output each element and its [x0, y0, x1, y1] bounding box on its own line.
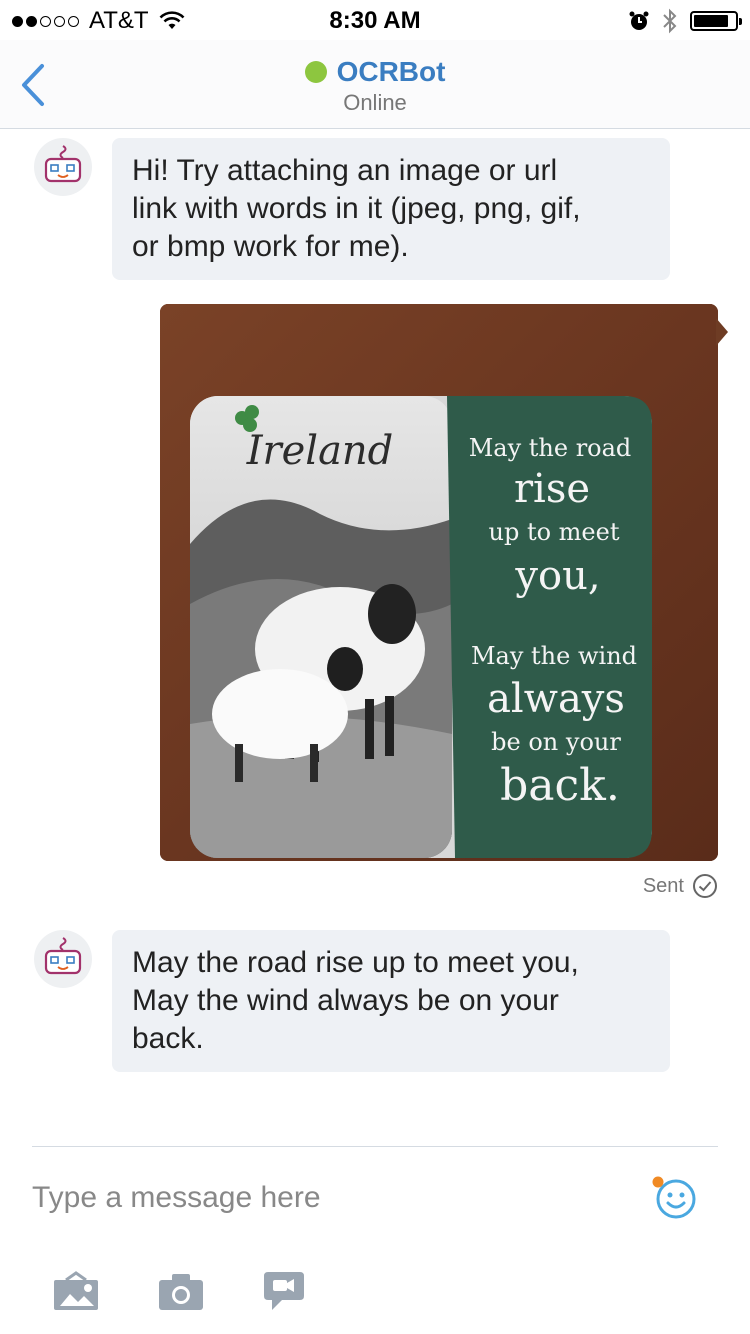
message-line: May the road rise up to meet you,: [132, 946, 579, 979]
bot-message-bubble: Hi! Try attaching an image or url link w…: [112, 138, 670, 280]
contact-status: Online: [343, 90, 407, 115]
coaster-title: Ireland: [246, 428, 394, 474]
image-gallery-icon[interactable]: [52, 1270, 100, 1312]
sent-label: Sent: [642, 874, 684, 897]
status-right: [628, 8, 742, 34]
sent-photo-message[interactable]: Ireland May the road rise up to meet you…: [160, 304, 718, 861]
coaster-line: May the wind: [471, 642, 637, 670]
coaster-line: rise: [514, 466, 590, 512]
coaster-line: always: [487, 676, 625, 722]
coaster-line: back.: [500, 760, 620, 811]
alarm-icon: [629, 11, 649, 30]
bot-message-bubble: May the road rise up to meet you, May th…: [112, 930, 670, 1072]
camera-icon[interactable]: [157, 1270, 205, 1312]
coaster-line: be on your: [491, 728, 621, 756]
message-line: or bmp work for me).: [132, 230, 409, 263]
message-line: link with words in it (jpeg, png, gif,: [132, 192, 581, 225]
presence-dot: [304, 61, 327, 83]
coaster-line: May the road: [469, 434, 632, 462]
chat-header: OCRBot Online: [0, 40, 750, 129]
coaster-line: up to meet: [489, 518, 620, 546]
message-line: May the wind always be on your: [132, 984, 559, 1017]
video-message-icon[interactable]: [262, 1270, 306, 1312]
message-line: Hi! Try attaching an image or url: [132, 154, 558, 187]
photo-coaster-image: Ireland May the road rise up to meet you…: [160, 304, 718, 861]
sent-status: Sent: [643, 873, 718, 899]
message-input[interactable]: [32, 1176, 632, 1220]
bot-avatar[interactable]: [34, 930, 92, 988]
robot-icon: [44, 145, 82, 183]
contact-name: OCRBot: [336, 56, 446, 87]
message-line: back.: [132, 1022, 204, 1055]
status-bar: AT&T 8:30 AM: [0, 0, 750, 40]
contact-title[interactable]: OCRBot Online: [0, 56, 750, 116]
bubble-tail: [716, 318, 728, 346]
sent-check-icon: [693, 874, 717, 898]
emoji-icon[interactable]: [650, 1175, 698, 1223]
bluetooth-icon: [663, 8, 677, 34]
bot-avatar[interactable]: [34, 138, 92, 196]
battery-icon: [690, 11, 742, 31]
coaster-line: you,: [514, 553, 600, 599]
composer-divider: [32, 1146, 718, 1147]
robot-icon: [44, 937, 82, 975]
